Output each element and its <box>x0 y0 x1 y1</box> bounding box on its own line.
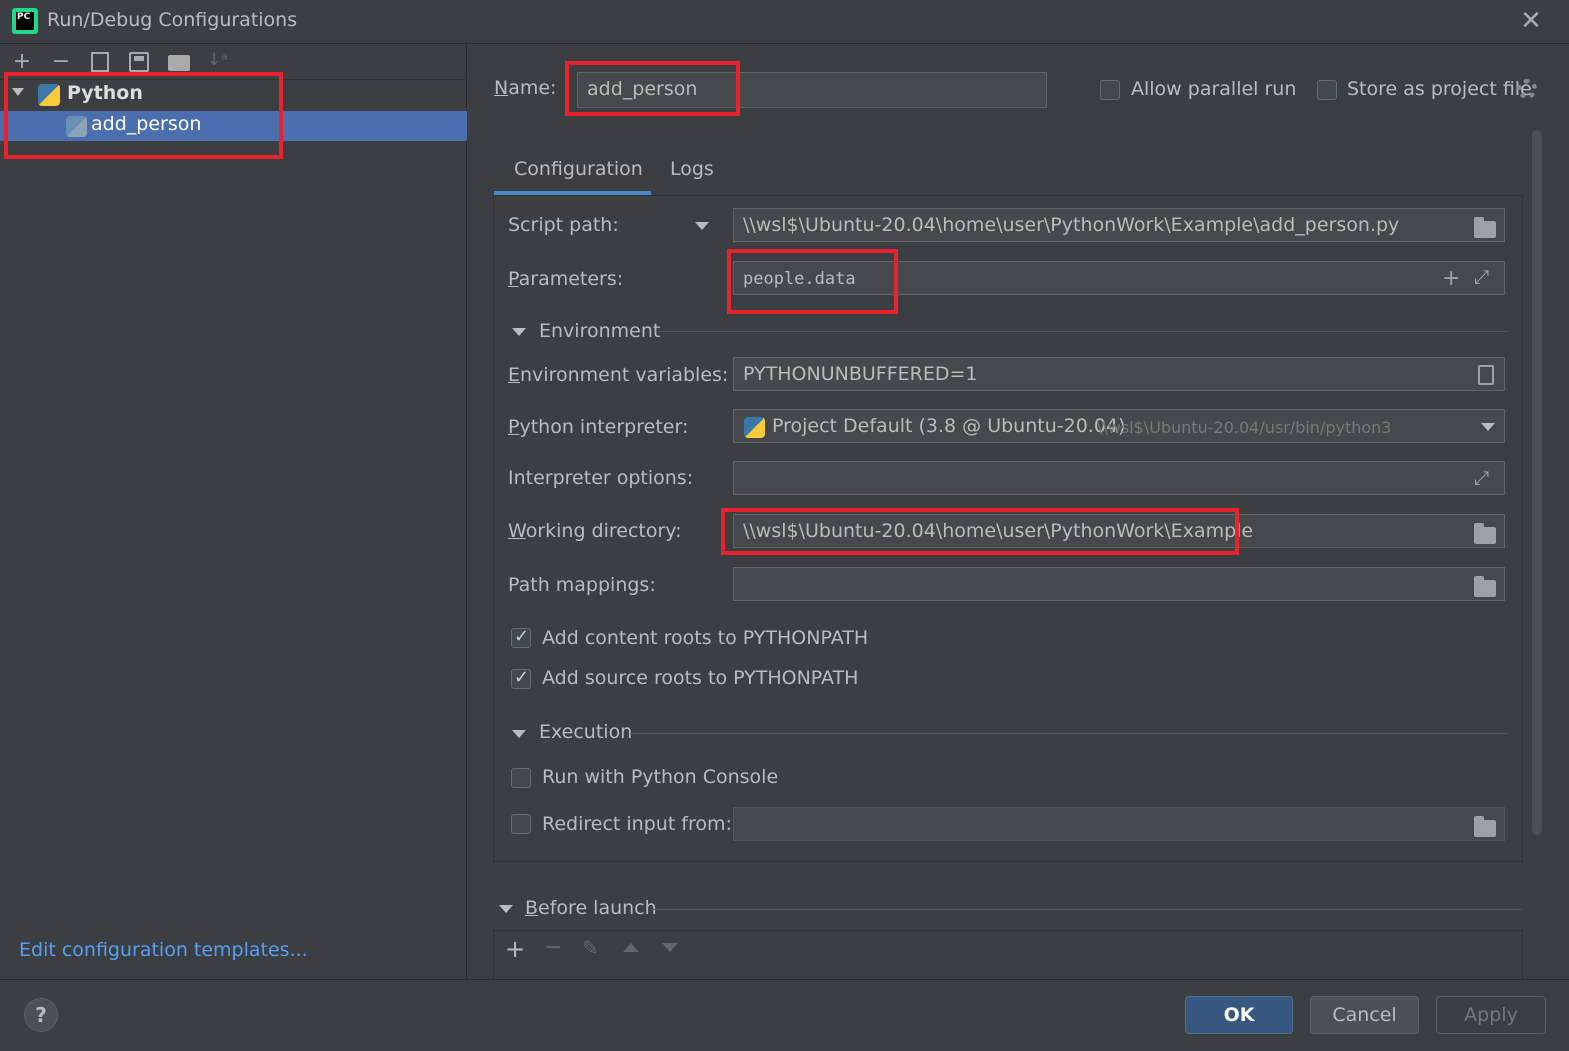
source-roots-label: Add source roots to PYTHONPATH <box>542 667 859 689</box>
redirect-input-label: Redirect input from: <box>542 813 732 835</box>
execution-divider <box>630 733 1508 734</box>
add-task-icon[interactable]: + <box>505 935 525 963</box>
before-launch-title: Before launch <box>525 897 657 919</box>
path-mappings-label: Path mappings: <box>508 574 656 596</box>
source-roots-checkbox[interactable] <box>511 667 531 689</box>
name-label: Name: <box>494 77 557 99</box>
highlight-box-parameters <box>727 249 898 314</box>
interpreter-path: \\wsl$\Ubuntu-20.04/usr/bin/python3 <box>1097 418 1392 437</box>
sort-configurations-icon[interactable]: ↓ᵃ <box>207 50 231 74</box>
add-configuration-icon[interactable]: + <box>10 50 34 74</box>
cancel-button[interactable]: Cancel <box>1310 996 1419 1034</box>
allow-parallel-checkbox[interactable] <box>1100 80 1120 100</box>
content-roots-label: Add content roots to PYTHONPATH <box>542 627 869 649</box>
python-interpreter-icon <box>744 417 765 438</box>
python-console-label: Run with Python Console <box>542 766 779 788</box>
remove-task-icon[interactable]: − <box>544 935 562 960</box>
pycharm-app-icon: PC <box>12 8 38 34</box>
tab-logs[interactable]: Logs <box>670 158 714 180</box>
move-down-icon[interactable] <box>662 943 678 952</box>
configurations-tree-panel <box>0 44 467 979</box>
script-path-input[interactable]: \\wsl$\Ubuntu-20.04\home\user\PythonWork… <box>733 208 1505 242</box>
working-dir-label: Working directory: <box>508 520 682 542</box>
browse-folder-icon[interactable] <box>1474 523 1496 544</box>
interpreter-label: Python interpreter: <box>508 416 689 438</box>
move-up-icon[interactable] <box>623 943 639 952</box>
content-roots-checkbox[interactable] <box>511 626 531 648</box>
expand-icon[interactable]: ⤢ <box>1474 467 1489 489</box>
window-title: Run/Debug Configurations <box>47 9 298 31</box>
execution-collapse-icon[interactable] <box>512 730 526 738</box>
add-macro-icon[interactable]: + <box>1442 266 1460 291</box>
store-project-file-label: Store as project file <box>1347 78 1532 100</box>
highlight-box-tree <box>4 72 283 159</box>
store-project-file-checkbox[interactable] <box>1317 80 1337 100</box>
redirect-input-field[interactable] <box>733 807 1505 841</box>
browse-folder-icon[interactable] <box>1474 576 1496 597</box>
path-mappings-input[interactable] <box>733 567 1505 601</box>
environment-collapse-icon[interactable] <box>512 328 526 336</box>
allow-parallel-label: Allow parallel run <box>1131 78 1297 100</box>
python-console-checkbox[interactable] <box>511 768 531 788</box>
env-vars-label: Environment variables: <box>508 364 729 386</box>
create-folder-icon[interactable] <box>168 55 190 71</box>
script-path-label: Script path: <box>508 214 619 236</box>
interpreter-value: Project Default (3.8 @ Ubuntu-20.04) <box>772 415 1126 437</box>
copy-configuration-icon[interactable] <box>91 52 109 72</box>
apply-button[interactable]: Apply <box>1436 996 1546 1034</box>
save-configuration-icon[interactable] <box>129 52 149 72</box>
gear-icon[interactable] <box>1517 79 1537 99</box>
script-type-dropdown-icon[interactable] <box>695 222 709 230</box>
chevron-down-icon[interactable] <box>1481 423 1495 431</box>
parameters-label: Parameters: <box>508 268 624 290</box>
highlight-box-name <box>565 61 740 116</box>
close-icon[interactable]: ✕ <box>1516 6 1546 36</box>
edit-task-icon[interactable]: ✎ <box>582 936 599 960</box>
environment-section-title: Environment <box>539 320 661 342</box>
interp-options-input[interactable] <box>733 461 1505 495</box>
redirect-input-checkbox[interactable] <box>511 814 531 834</box>
help-button[interactable]: ? <box>24 998 58 1032</box>
env-vars-input[interactable]: PYTHONUNBUFFERED=1 <box>733 357 1505 391</box>
highlight-box-working-dir <box>721 508 1239 555</box>
ok-button[interactable]: OK <box>1185 996 1293 1034</box>
scrollbar[interactable] <box>1532 130 1542 835</box>
tab-configuration[interactable]: Configuration <box>514 158 643 180</box>
edit-templates-link[interactable]: Edit configuration templates... <box>19 939 308 961</box>
browse-folder-icon[interactable] <box>1474 217 1496 238</box>
before-launch-collapse-icon[interactable] <box>499 905 513 913</box>
before-launch-panel <box>493 930 1523 979</box>
remove-configuration-icon[interactable]: − <box>49 50 73 74</box>
expand-icon[interactable]: ⤢ <box>1474 266 1489 288</box>
edit-env-vars-icon[interactable] <box>1478 365 1494 385</box>
environment-divider <box>658 331 1508 332</box>
browse-folder-icon[interactable] <box>1474 816 1496 837</box>
before-launch-divider <box>652 909 1522 910</box>
interp-options-label: Interpreter options: <box>508 467 694 489</box>
execution-section-title: Execution <box>539 721 633 743</box>
app-icon-text: PC <box>17 12 31 22</box>
